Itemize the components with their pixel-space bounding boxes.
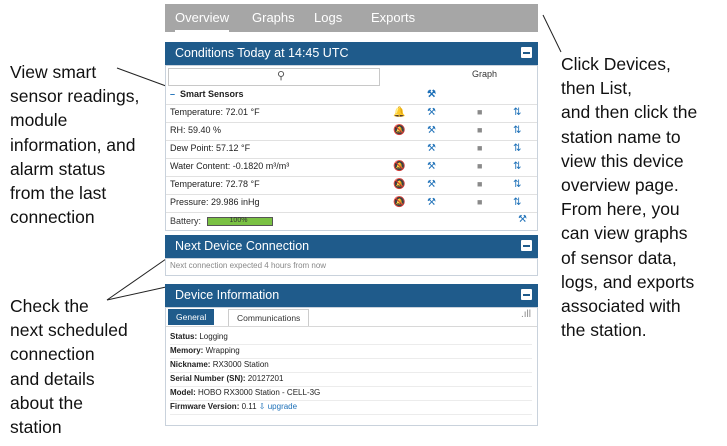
info-nickname: Nickname: RX3000 Station <box>170 358 532 373</box>
info-value: Logging <box>197 332 228 341</box>
sensor-row: Pressure: 29.986 inHg 🔕 ⚒ ■ ⇅ <box>166 194 537 213</box>
wrench-icon[interactable]: ⚒ <box>427 122 436 139</box>
battery-row: Battery: 100% <box>170 214 273 228</box>
tab-overview[interactable]: Overview <box>175 4 230 32</box>
minimize-next-button[interactable] <box>521 240 532 251</box>
sort-arrows-icon[interactable]: ⇅ <box>513 122 521 139</box>
conditions-title: Conditions Today at 14:45 UTC <box>175 46 349 60</box>
collapse-icon[interactable]: – <box>170 86 175 103</box>
callout-line-sensors <box>116 67 167 87</box>
signal-strength-icon: .ıll <box>521 309 531 320</box>
alarm-off-icon[interactable]: 🔕 <box>393 122 405 139</box>
sensor-reading: RH: 59.40 % <box>170 125 222 135</box>
sensor-reading: Water Content: -0.1820 m³/m³ <box>170 161 290 171</box>
sort-arrows-icon[interactable]: ⇅ <box>513 158 521 175</box>
info-serial: Serial Number (SN): 20127201 <box>170 372 532 387</box>
sort-arrows-icon[interactable]: ⇅ <box>513 140 521 157</box>
graph-column-header: Graph <box>472 69 498 79</box>
graph-checkbox[interactable]: ■ <box>477 176 482 193</box>
device-overview-panel: Overview Graphs Logs Exports Conditions … <box>165 0 538 426</box>
graph-checkbox[interactable]: ■ <box>477 104 482 121</box>
sensor-search-input[interactable]: ⚲ <box>168 68 380 86</box>
info-key: Nickname: <box>170 360 211 369</box>
nav-tabs: Overview Graphs Logs Exports <box>165 4 538 32</box>
next-connection-body: Next connection expected 4 hours from no… <box>165 258 538 276</box>
sensor-row: Temperature: 72.78 °F 🔕 ⚒ ■ ⇅ <box>166 176 537 195</box>
device-info-tabs: General Communications .ıll <box>166 308 537 327</box>
sensor-row: Temperature: 72.01 °F 🔔 ⚒ ■ ⇅ <box>166 104 537 123</box>
info-key: Serial Number (SN): <box>170 374 246 383</box>
info-key: Model: <box>170 388 196 397</box>
alarm-off-icon[interactable]: 🔕 <box>393 176 405 193</box>
section-title: Smart Sensors <box>180 89 244 99</box>
device-info-header: Device Information <box>165 284 538 307</box>
alarm-off-icon[interactable]: 🔕 <box>393 194 405 211</box>
battery-bar: 100% <box>206 217 273 227</box>
wrench-icon[interactable]: ⚒ <box>518 214 527 225</box>
smart-sensors-section[interactable]: – Smart Sensors ⚒ <box>166 86 537 105</box>
wrench-icon[interactable]: ⚒ <box>427 140 436 157</box>
minimize-conditions-button[interactable] <box>521 47 532 58</box>
info-key: Firmware Version: <box>170 402 240 411</box>
sort-arrows-icon[interactable]: ⇅ <box>513 194 521 211</box>
wrench-icon[interactable]: ⚒ <box>427 104 436 121</box>
search-icon[interactable]: ⚲ <box>277 69 285 82</box>
alarm-bell-icon[interactable]: 🔔 <box>393 104 405 121</box>
info-value: HOBO RX3000 Station - CELL-3G <box>195 388 321 397</box>
battery-percent: 100% <box>229 217 248 225</box>
info-value: RX3000 Station <box>210 360 269 369</box>
sensor-reading: Pressure: 29.986 inHg <box>170 197 260 207</box>
upgrade-link[interactable]: upgrade <box>268 402 297 411</box>
wrench-icon[interactable]: ⚒ <box>427 158 436 175</box>
sort-arrows-icon[interactable]: ⇅ <box>513 104 521 121</box>
sensor-reading: Temperature: 72.78 °F <box>170 179 260 189</box>
tab-graphs[interactable]: Graphs <box>252 4 295 32</box>
info-memory: Memory: Wrapping <box>170 344 532 359</box>
sensor-row: Dew Point: 57.12 °F ⚒ ■ ⇅ <box>166 140 537 159</box>
graph-checkbox[interactable]: ■ <box>477 122 482 139</box>
conditions-header: Conditions Today at 14:45 UTC <box>165 42 538 65</box>
info-status: Status: Logging <box>170 330 532 345</box>
battery-label: Battery: <box>170 216 202 226</box>
info-value: 0.11 <box>239 402 259 411</box>
tab-exports[interactable]: Exports <box>371 4 415 32</box>
info-value: Wrapping <box>203 346 240 355</box>
sensor-reading: Dew Point: 57.12 °F <box>170 143 251 153</box>
next-connection-header: Next Device Connection <box>165 235 538 258</box>
sensor-row: RH: 59.40 % 🔕 ⚒ ■ ⇅ <box>166 122 537 141</box>
info-firmware: Firmware Version: 0.11 ⇩ upgrade <box>170 400 532 415</box>
upgrade-icon[interactable]: ⇩ <box>259 402 266 411</box>
info-key: Status: <box>170 332 198 341</box>
tab-communications[interactable]: Communications <box>228 309 310 326</box>
sensor-reading: Temperature: 72.01 °F <box>170 107 260 117</box>
next-connection-text: Next connection expected 4 hours from no… <box>170 261 327 270</box>
info-model: Model: HOBO RX3000 Station - CELL-3G <box>170 386 532 401</box>
sensor-row: Water Content: -0.1820 m³/m³ 🔕 ⚒ ■ ⇅ <box>166 158 537 177</box>
tab-logs[interactable]: Logs <box>314 4 342 32</box>
wrench-icon[interactable]: ⚒ <box>427 176 436 193</box>
tab-general[interactable]: General <box>168 309 215 325</box>
device-info-body: General Communications .ıll Status: Logg… <box>165 307 538 426</box>
wrench-icon[interactable]: ⚒ <box>427 194 436 211</box>
device-info-title: Device Information <box>175 288 280 302</box>
minimize-device-button[interactable] <box>521 289 532 300</box>
graph-checkbox[interactable]: ■ <box>477 158 482 175</box>
callout-line-tabs <box>542 14 562 53</box>
next-connection-title: Next Device Connection <box>175 239 310 253</box>
graph-checkbox[interactable]: ■ <box>477 194 482 211</box>
info-value: 20127201 <box>245 374 284 383</box>
alarm-off-icon[interactable]: 🔕 <box>393 158 405 175</box>
wrench-icon[interactable]: ⚒ <box>427 86 436 103</box>
info-key: Memory: <box>170 346 204 355</box>
graph-checkbox[interactable]: ■ <box>477 140 482 157</box>
conditions-body: ⚲ Graph – Smart Sensors ⚒ Temperature: 7… <box>165 65 538 231</box>
sort-arrows-icon[interactable]: ⇅ <box>513 176 521 193</box>
